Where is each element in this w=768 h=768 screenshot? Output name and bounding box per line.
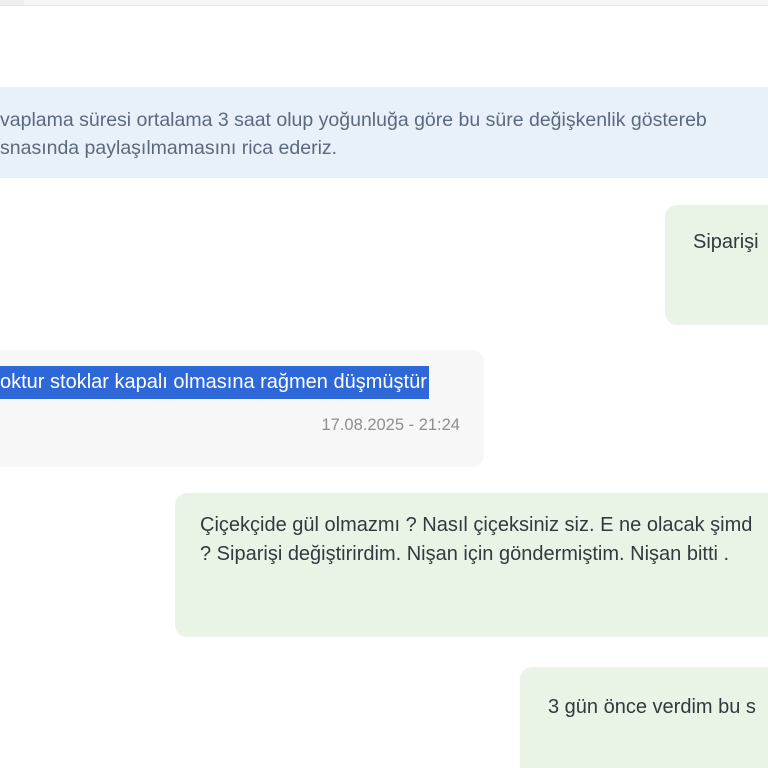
- message-timestamp: 17.08.2025 - 21:24: [321, 415, 460, 434]
- message-text-line1: Çiçekçide gül olmazmı ? Nasıl çiçeksiniz…: [200, 514, 753, 536]
- message-bubble-outgoing-1: Siparişi: [665, 205, 768, 325]
- top-toolbar-edge: [0, 0, 768, 6]
- message-text-line2: ? Siparişi değiştirirdim. Nişan için gön…: [200, 542, 730, 565]
- message-text: 3 gün önce verdim bu s: [548, 696, 756, 718]
- message-text: Siparişi: [693, 231, 759, 253]
- chat-page: vaplama süresi ortalama 3 saat olup yoğu…: [0, 0, 768, 768]
- selected-message-text[interactable]: oktur stoklar kapalı olmasına rağmen düş…: [0, 366, 429, 399]
- message-bubble-outgoing-2: Çiçekçide gül olmazmı ? Nasıl çiçeksiniz…: [175, 493, 768, 637]
- info-banner: vaplama süresi ortalama 3 saat olup yoğu…: [0, 87, 768, 178]
- info-banner-line1: vaplama süresi ortalama 3 saat olup yoğu…: [0, 109, 707, 131]
- message-bubble-outgoing-3: 3 gün önce verdim bu s: [520, 667, 768, 768]
- message-bubble-incoming: oktur stoklar kapalı olmasına rağmen düş…: [0, 350, 484, 467]
- top-toolbar-fragment: [0, 0, 24, 5]
- info-banner-line2: snasında paylaşılmamasını rica ederiz.: [0, 137, 338, 159]
